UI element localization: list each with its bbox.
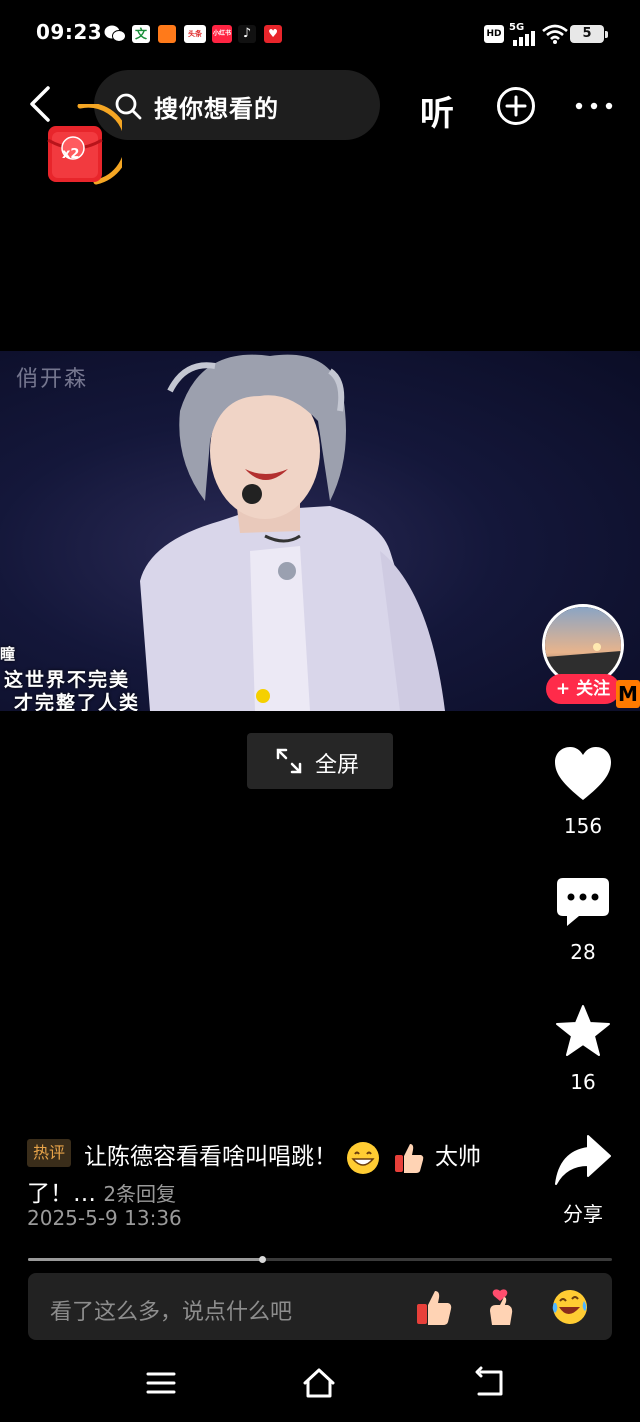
add-button[interactable] (497, 87, 535, 125)
menu-icon[interactable] (143, 1366, 179, 1400)
signal-icon (513, 31, 535, 46)
expand-icon (276, 748, 302, 774)
home-icon[interactable] (301, 1366, 337, 1400)
heart-icon (555, 747, 611, 800)
comment-action[interactable]: 28 (550, 876, 616, 964)
plus-icon (505, 95, 527, 117)
wen-app-icon: 文 (132, 25, 150, 43)
search-placeholder: 搜你想看的 (154, 95, 279, 123)
hot-comment-part2: 太帅 (434, 1144, 481, 1170)
battery-indicator: 5 (570, 25, 608, 43)
hd-icon: HD (484, 25, 504, 43)
comment-timestamp: 2025-5-9 13:36 (27, 1206, 182, 1230)
share-label: 分享 (563, 1202, 603, 1226)
taobao-app-icon (158, 25, 176, 43)
thumbs-up-icon[interactable] (414, 1287, 454, 1327)
toutiao-app-icon: 头条 (184, 25, 206, 43)
share-arrow-icon (555, 1135, 611, 1185)
multiplier-label: x2 (62, 147, 80, 162)
avatar-image (545, 607, 621, 683)
wechat-icon (104, 25, 126, 42)
thumbs-up-icon (394, 1143, 423, 1173)
hot-comment-badge: 热评 (27, 1139, 72, 1167)
hot-comment-text[interactable]: 让陈德容看看啥叫唱跳！ 太帅 (84, 1137, 481, 1175)
red-packet-widget[interactable]: x2 (40, 102, 130, 194)
listen-button[interactable]: 听 (420, 86, 454, 135)
progress-fill (28, 1258, 262, 1261)
video-progress-bar[interactable] (28, 1256, 612, 1263)
comment-placeholder: 看了这么多，说点什么吧 (50, 1300, 293, 1325)
follow-button[interactable]: + 关注 (546, 674, 620, 704)
comment-input[interactable]: 看了这么多，说点什么吧 (28, 1273, 612, 1340)
status-bar: 09:23 文 头条 小红书 ♪ ♥ HD 5G 5 (0, 0, 640, 68)
back-nav-icon[interactable] (471, 1366, 507, 1400)
comment-icon (557, 878, 609, 926)
finger-heart-icon[interactable] (482, 1287, 522, 1327)
share-action[interactable]: 分享 (550, 1134, 616, 1227)
grinning-icon (347, 1141, 380, 1174)
red-packet-icon (47, 102, 130, 185)
star-icon (556, 1005, 610, 1056)
more-icon[interactable] (574, 92, 614, 120)
subtitle-fragment: 瞳 (0, 645, 18, 663)
favorite-count: 16 (570, 1070, 596, 1094)
progress-knob[interactable] (258, 1256, 266, 1263)
favorite-action[interactable]: 16 (550, 1004, 616, 1094)
brand-logo: M (616, 680, 640, 708)
comment-count: 28 (570, 940, 596, 964)
subtitle-line-2: 才完整了人类 (14, 692, 141, 711)
red-app-icon: ♥ (264, 25, 282, 43)
wifi-icon (542, 24, 568, 44)
reply-count[interactable]: 2条回复 (103, 1182, 176, 1206)
like-action[interactable]: 156 (550, 746, 616, 838)
hot-comment-continuation: 了！… (27, 1181, 96, 1207)
status-time: 09:23 (36, 20, 103, 44)
fullscreen-button[interactable]: 全屏 (247, 733, 393, 789)
douyin-app-icon: ♪ (238, 25, 256, 43)
hot-comment-part1: 让陈德容看看啥叫唱跳！ (84, 1144, 337, 1170)
xiaohongshu-app-icon: 小红书 (212, 25, 232, 43)
search-bar[interactable]: 搜你想看的 (94, 70, 380, 140)
hot-comment-line2[interactable]: 了！… 2条回复 (27, 1174, 176, 1208)
like-count: 156 (563, 814, 603, 838)
fullscreen-label: 全屏 (315, 753, 360, 778)
laughing-crying-icon[interactable] (550, 1287, 590, 1327)
